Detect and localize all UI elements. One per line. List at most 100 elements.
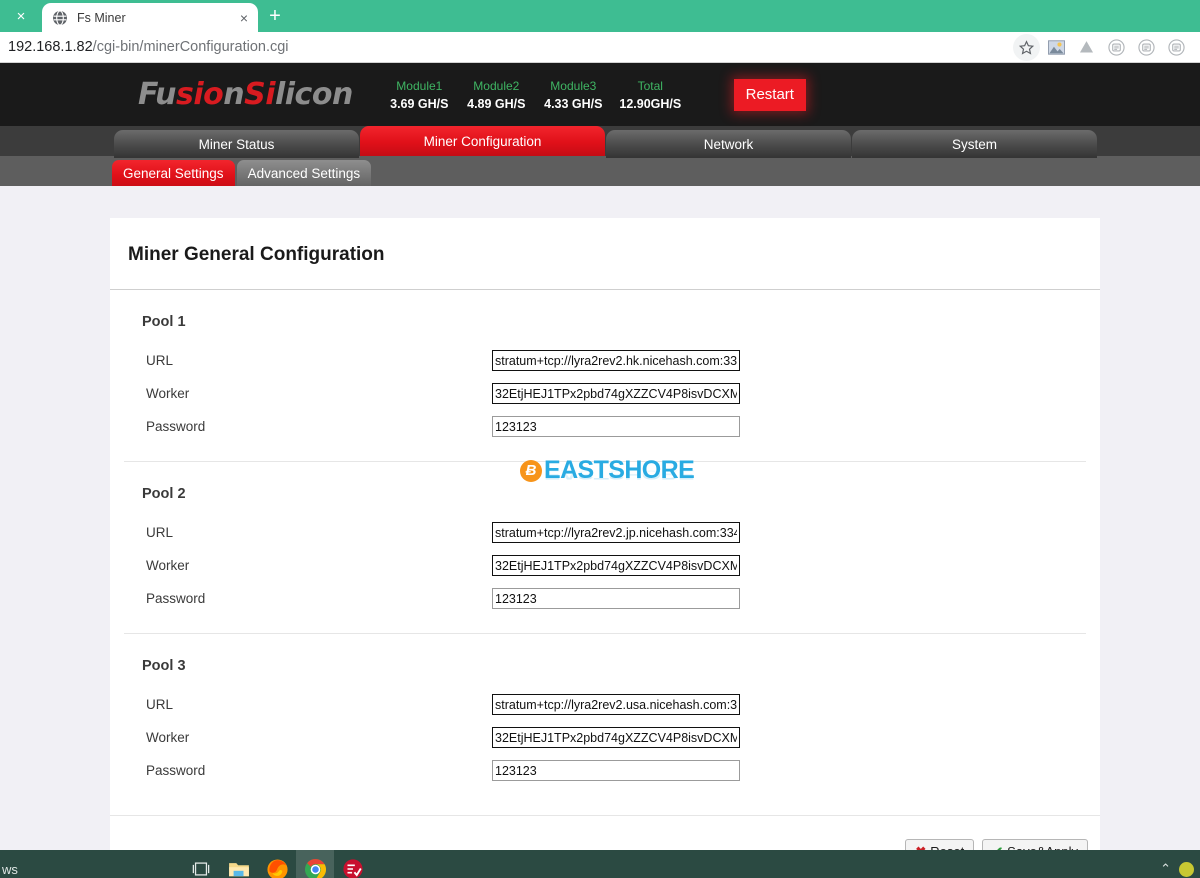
pool2-worker-input[interactable] <box>492 555 740 576</box>
module-value: 3.69 GH/S <box>390 96 449 111</box>
restart-button[interactable]: Restart <box>733 78 806 111</box>
logo-part-5: licon <box>274 76 353 112</box>
page-viewport: FusionSilicon Module1 3.69 GH/S Module2 … <box>0 63 1200 850</box>
pool-heading: Pool 1 <box>142 314 186 330</box>
pool1-password-input[interactable] <box>492 416 740 437</box>
reset-button[interactable]: ✖ Reset <box>905 839 975 850</box>
module-stat: Module3 4.33 GH/S <box>535 77 612 113</box>
form-row-password: Password <box>124 410 1086 443</box>
save-apply-button[interactable]: ✔ Save&Apply <box>982 839 1088 850</box>
form-row-url: URL <box>124 344 1086 377</box>
tab-system[interactable]: System <box>852 130 1097 158</box>
form-row-worker: Worker <box>124 549 1086 582</box>
star-icon[interactable] <box>1013 33 1040 61</box>
module-label: Module1 <box>396 78 443 93</box>
globe-icon <box>52 9 68 26</box>
module-label: Module2 <box>473 78 520 93</box>
pool-section-1: Pool 1 URL Worker Password <box>124 290 1086 462</box>
logo-part-3: n <box>223 76 245 112</box>
logo-part-4: Si <box>244 76 275 112</box>
image-icon[interactable] <box>1043 34 1070 61</box>
subtab-general-settings[interactable]: General Settings <box>112 160 235 186</box>
left-close-icon[interactable]: × <box>0 0 42 32</box>
form-row-password: Password <box>124 754 1086 787</box>
module-value: 4.89 GH/S <box>467 96 526 111</box>
pool-section-3: Pool 3 URL Worker Password <box>124 634 1086 815</box>
tab-network[interactable]: Network <box>606 130 851 158</box>
extension-icon[interactable] <box>1133 34 1160 61</box>
label-password: Password <box>146 419 206 434</box>
tray-status-icon[interactable] <box>1179 861 1194 877</box>
browser-toolbar: 192.168.1.82/cgi-bin/minerConfiguration.… <box>0 32 1200 63</box>
pool2-password-input[interactable] <box>492 588 740 609</box>
pool2-url-input[interactable] <box>492 522 740 543</box>
form-row-worker: Worker <box>124 377 1086 410</box>
pool1-url-input[interactable] <box>492 350 740 371</box>
logo-part-1: Fu <box>138 76 176 112</box>
label-url: URL <box>146 697 174 712</box>
eastshore-watermark: Ƀ EASTSHORE EASTSHORE <box>520 458 695 483</box>
panel-footer: ✖ Reset ✔ Save&Apply <box>110 815 1100 850</box>
system-tray: ⌃ <box>1160 861 1200 877</box>
tab-miner-status[interactable]: Miner Status <box>114 130 359 158</box>
label-worker: Worker <box>146 730 190 745</box>
url-host: 192.168.1.82 <box>8 39 93 55</box>
module-stat: Module2 4.89 GH/S <box>458 77 535 113</box>
browser-tab-strip: × Fs Miner × + <box>0 0 1200 32</box>
module-stat: Module1 3.69 GH/S <box>381 77 458 113</box>
bitcoin-icon: Ƀ <box>520 459 542 482</box>
secondary-nav: General Settings Advanced Settings <box>0 156 1200 186</box>
form-row-url: URL <box>124 516 1086 549</box>
chrome-icon[interactable] <box>296 850 334 878</box>
pool1-worker-input[interactable] <box>492 383 740 404</box>
chevron-up-icon[interactable]: ⌃ <box>1160 861 1171 877</box>
browser-tab-fs-miner[interactable]: Fs Miner × <box>42 3 258 32</box>
label-worker: Worker <box>146 558 190 573</box>
label-url: URL <box>146 353 174 368</box>
url-path: /cgi-bin/minerConfiguration.cgi <box>92 39 289 55</box>
eastshore-reflection: EASTSHORE <box>544 466 695 483</box>
toolbar-icon-group <box>1013 33 1194 61</box>
primary-nav: Miner Status Miner Configuration Network… <box>0 126 1200 158</box>
logo-part-2: sio <box>175 76 224 112</box>
desktop-label: ws <box>2 861 18 877</box>
browser-tab-title: Fs Miner <box>77 10 126 25</box>
form-row-worker: Worker <box>124 721 1086 754</box>
content-area: Miner General Configuration Pool 1 URL W… <box>0 186 1200 850</box>
pool3-url-input[interactable] <box>492 694 740 715</box>
label-url: URL <box>146 525 174 540</box>
pool-section-2: Ƀ EASTSHORE EASTSHORE Pool 2 URL Worker … <box>124 458 1086 634</box>
module-label: Total <box>637 78 663 93</box>
drive-icon[interactable] <box>1073 34 1100 61</box>
address-bar[interactable]: 192.168.1.82/cgi-bin/minerConfiguration.… <box>0 32 1013 63</box>
new-tab-button[interactable]: + <box>258 0 292 32</box>
pool-heading: Pool 2 <box>142 486 186 502</box>
app-header: FusionSilicon Module1 3.69 GH/S Module2 … <box>0 63 1200 126</box>
module-value: 12.90GH/S <box>619 96 682 111</box>
editor-icon[interactable] <box>334 850 372 878</box>
tab-miner-configuration[interactable]: Miner Configuration <box>360 126 605 156</box>
module-value: 4.33 GH/S <box>544 96 603 111</box>
label-password: Password <box>146 591 206 606</box>
label-password: Password <box>146 763 206 778</box>
pool3-worker-input[interactable] <box>492 727 740 748</box>
taskbar-app-group <box>182 850 372 878</box>
configuration-panel: Miner General Configuration Pool 1 URL W… <box>110 218 1100 850</box>
pool3-password-input[interactable] <box>492 760 740 781</box>
subtab-advanced-settings[interactable]: Advanced Settings <box>236 160 372 186</box>
page-title: Miner General Configuration <box>110 218 1100 290</box>
label-worker: Worker <box>146 386 190 401</box>
module-label: Module3 <box>550 78 597 93</box>
extension-icon[interactable] <box>1103 34 1130 61</box>
fusionsilicon-logo: FusionSilicon <box>138 76 353 112</box>
form-row-password: Password <box>124 582 1086 615</box>
pool-heading: Pool 3 <box>142 658 186 674</box>
close-icon[interactable]: × <box>240 11 248 25</box>
module-stats: Module1 3.69 GH/S Module2 4.89 GH/S Modu… <box>381 77 689 113</box>
firefox-icon[interactable] <box>258 850 296 878</box>
file-explorer-icon[interactable] <box>220 850 258 878</box>
task-view-icon[interactable] <box>182 850 220 878</box>
windows-taskbar: ws ⌃ <box>0 850 1200 878</box>
extension-icon[interactable] <box>1163 34 1190 61</box>
form-row-url: URL <box>124 688 1086 721</box>
